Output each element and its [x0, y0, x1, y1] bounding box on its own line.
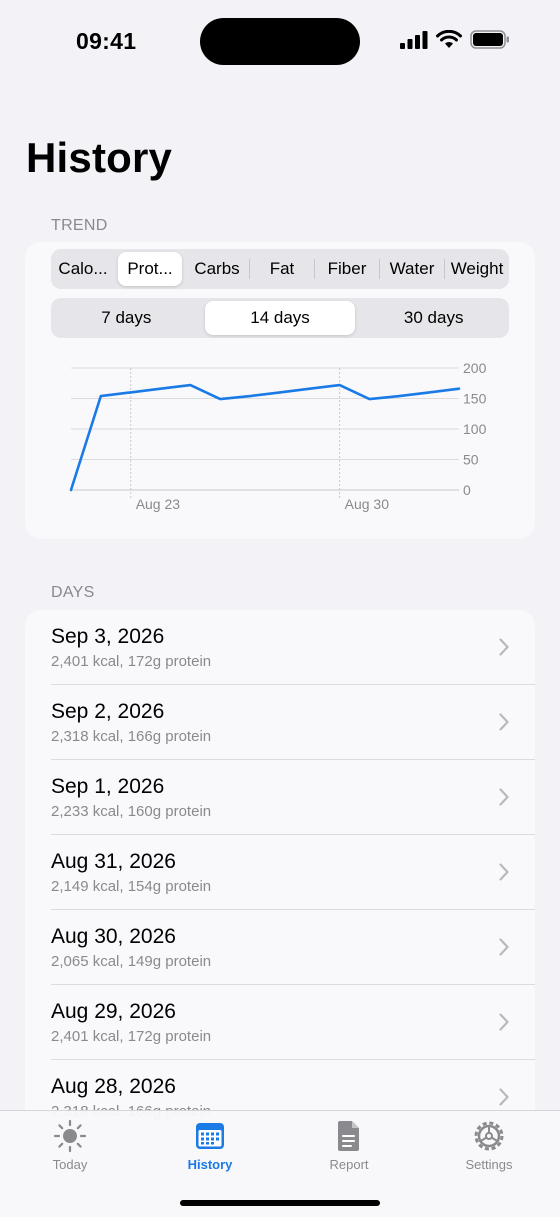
calendar-icon	[196, 1123, 224, 1149]
chevron-right-icon	[499, 863, 509, 881]
cellular-signal-icon	[400, 30, 428, 49]
chevron-right-icon	[499, 638, 509, 656]
day-row[interactable]: Aug 30, 2026 2,065 kcal, 149g protein	[25, 910, 535, 985]
day-date: Sep 3, 2026	[51, 625, 165, 648]
tab-history-label: History	[187, 1157, 233, 1172]
day-row[interactable]: Sep 1, 2026 2,233 kcal, 160g protein	[25, 760, 535, 835]
metric-segment-calories[interactable]: Calo...	[51, 252, 115, 286]
day-row[interactable]: Sep 3, 2026 2,401 kcal, 172g protein	[25, 610, 535, 685]
metric-segment-fiber[interactable]: Fiber	[315, 252, 379, 286]
chart-y-tick-label: 200	[463, 360, 487, 376]
day-date: Aug 28, 2026	[51, 1075, 176, 1098]
chevron-right-icon	[499, 1013, 509, 1031]
wifi-icon	[436, 30, 462, 48]
trend-card: Calo... Prot... Carbs Fat Fiber Water We…	[25, 242, 535, 539]
day-summary: 2,065 kcal, 149g protein	[51, 953, 212, 970]
tab-history[interactable]: History	[160, 1119, 260, 1172]
day-summary: 2,233 kcal, 160g protein	[51, 803, 212, 820]
metric-segment-water[interactable]: Water	[380, 252, 444, 286]
days-list: Sep 3, 2026 2,401 kcal, 172g protein Sep…	[25, 610, 535, 1130]
tab-settings-label: Settings	[465, 1157, 513, 1172]
tab-report-label: Report	[329, 1157, 369, 1172]
range-segment-30-days[interactable]: 30 days	[358, 301, 509, 335]
chart-y-tick-label: 100	[463, 421, 487, 437]
protein-trend-chart: 200 150 100 50 0 Aug 23 Aug 30	[69, 360, 487, 512]
tab-today-label: Today	[52, 1157, 88, 1172]
chevron-right-icon	[499, 938, 509, 956]
gear-icon	[474, 1121, 504, 1151]
status-bar: 09:41	[0, 0, 560, 80]
range-segment-7-days[interactable]: 7 days	[51, 301, 202, 335]
metric-segment-carbs[interactable]: Carbs	[185, 252, 249, 286]
battery-icon	[470, 30, 509, 49]
metric-segmented-control: Calo... Prot... Carbs Fat Fiber Water We…	[51, 249, 509, 289]
chart-x-tick-label: Aug 30	[345, 496, 390, 512]
status-icons	[400, 30, 510, 49]
document-icon	[338, 1121, 359, 1151]
page-title: History	[26, 134, 173, 181]
chart-y-tick-label: 0	[463, 482, 471, 498]
metric-segment-weight[interactable]: Weight	[445, 252, 509, 286]
trend-section-header: TREND	[51, 217, 108, 234]
dynamic-island	[200, 18, 360, 65]
status-time: 09:41	[76, 28, 137, 54]
day-summary: 2,401 kcal, 172g protein	[51, 653, 212, 670]
tab-settings[interactable]: Settings	[439, 1119, 539, 1172]
range-segmented-control: 7 days 14 days 30 days	[51, 298, 509, 338]
days-section-header: DAYS	[51, 584, 95, 601]
day-date: Aug 29, 2026	[51, 1000, 176, 1023]
day-row[interactable]: Aug 29, 2026 2,401 kcal, 172g protein	[25, 985, 535, 1060]
chart-series-line	[69, 383, 461, 492]
chevron-right-icon	[499, 713, 509, 731]
chevron-right-icon	[499, 788, 509, 806]
home-indicator	[180, 1200, 380, 1206]
metric-segment-fat[interactable]: Fat	[250, 252, 314, 286]
day-summary: 2,401 kcal, 172g protein	[51, 1028, 212, 1045]
tab-report[interactable]: Report	[299, 1119, 399, 1172]
chevron-right-icon	[499, 1088, 509, 1106]
day-summary: 2,318 kcal, 166g protein	[51, 728, 212, 745]
day-date: Sep 2, 2026	[51, 700, 165, 723]
chart-y-tick-label: 50	[463, 452, 479, 468]
sun-icon	[53, 1119, 87, 1153]
day-date: Sep 1, 2026	[51, 775, 165, 798]
day-date: Aug 31, 2026	[51, 850, 176, 873]
chart-x-tick-label: Aug 23	[136, 496, 181, 512]
day-row[interactable]: Aug 31, 2026 2,149 kcal, 154g protein	[25, 835, 535, 910]
day-row[interactable]: Sep 2, 2026 2,318 kcal, 166g protein	[25, 685, 535, 760]
day-summary: 2,149 kcal, 154g protein	[51, 878, 212, 895]
tab-today[interactable]: Today	[20, 1119, 120, 1172]
chart-y-tick-label: 150	[463, 391, 487, 407]
range-segment-14-days[interactable]: 14 days	[204, 301, 356, 335]
metric-segment-protein[interactable]: Prot...	[118, 252, 182, 286]
day-date: Aug 30, 2026	[51, 925, 176, 948]
